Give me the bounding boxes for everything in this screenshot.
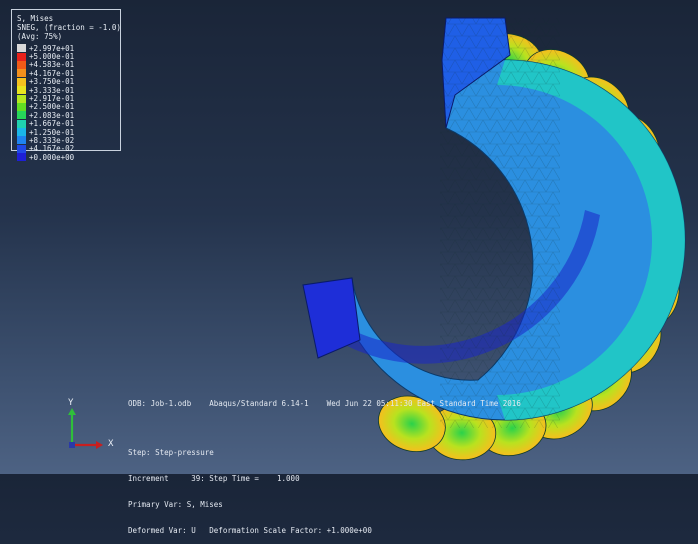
legend-swatch: [17, 136, 26, 145]
coordinate-triad: Y X: [60, 395, 114, 455]
legend-rows: +2.997e+01 +5.000e-01 +4.583e-01 +4.167e-01…: [17, 44, 116, 162]
legend-subtitle: SNEG, (fraction = -1.0): [17, 23, 121, 32]
legend-value: +0.000e+00: [29, 152, 75, 162]
legend-swatch: [17, 128, 26, 137]
increment-line: Increment 39: Step Time = 1.000: [128, 473, 300, 483]
triad-x-label: X: [108, 439, 114, 449]
legend-swatch: [17, 94, 26, 103]
step-info: Step: Step-pressure Increment 39: Step T…: [128, 432, 372, 544]
legend-swatch: [17, 69, 26, 78]
legend-swatch: [17, 102, 26, 111]
legend-swatch: [17, 144, 26, 153]
stress-legend: S, Mises SNEG, (fraction = -1.0) (Avg: 7…: [11, 9, 121, 162]
legend-swatch: [17, 52, 26, 61]
step-line: Step: Step-pressure: [128, 448, 214, 458]
gear-model: [301, 17, 686, 461]
legend-swatch: [17, 119, 26, 128]
deformed-var-line: Deformed Var: U Deformation Scale Factor…: [128, 525, 372, 535]
legend-swatch: [17, 60, 26, 69]
legend-entry: +0.000e+00: [17, 152, 116, 162]
legend-avg: (Avg: 75%): [17, 32, 63, 41]
legend-swatch: [17, 44, 26, 53]
legend-swatch: [17, 111, 26, 120]
primary-var-line: Primary Var: S, Mises: [128, 499, 223, 509]
odb-info: ODB: Job-1.odb Abaqus/Standard 6.14-1 We…: [128, 399, 521, 408]
triad-axes-icon: [68, 408, 103, 449]
legend-swatch: [17, 86, 26, 95]
legend-swatch: [17, 153, 26, 162]
legend-title: S, Mises: [17, 14, 54, 23]
legend-swatch: [17, 77, 26, 86]
